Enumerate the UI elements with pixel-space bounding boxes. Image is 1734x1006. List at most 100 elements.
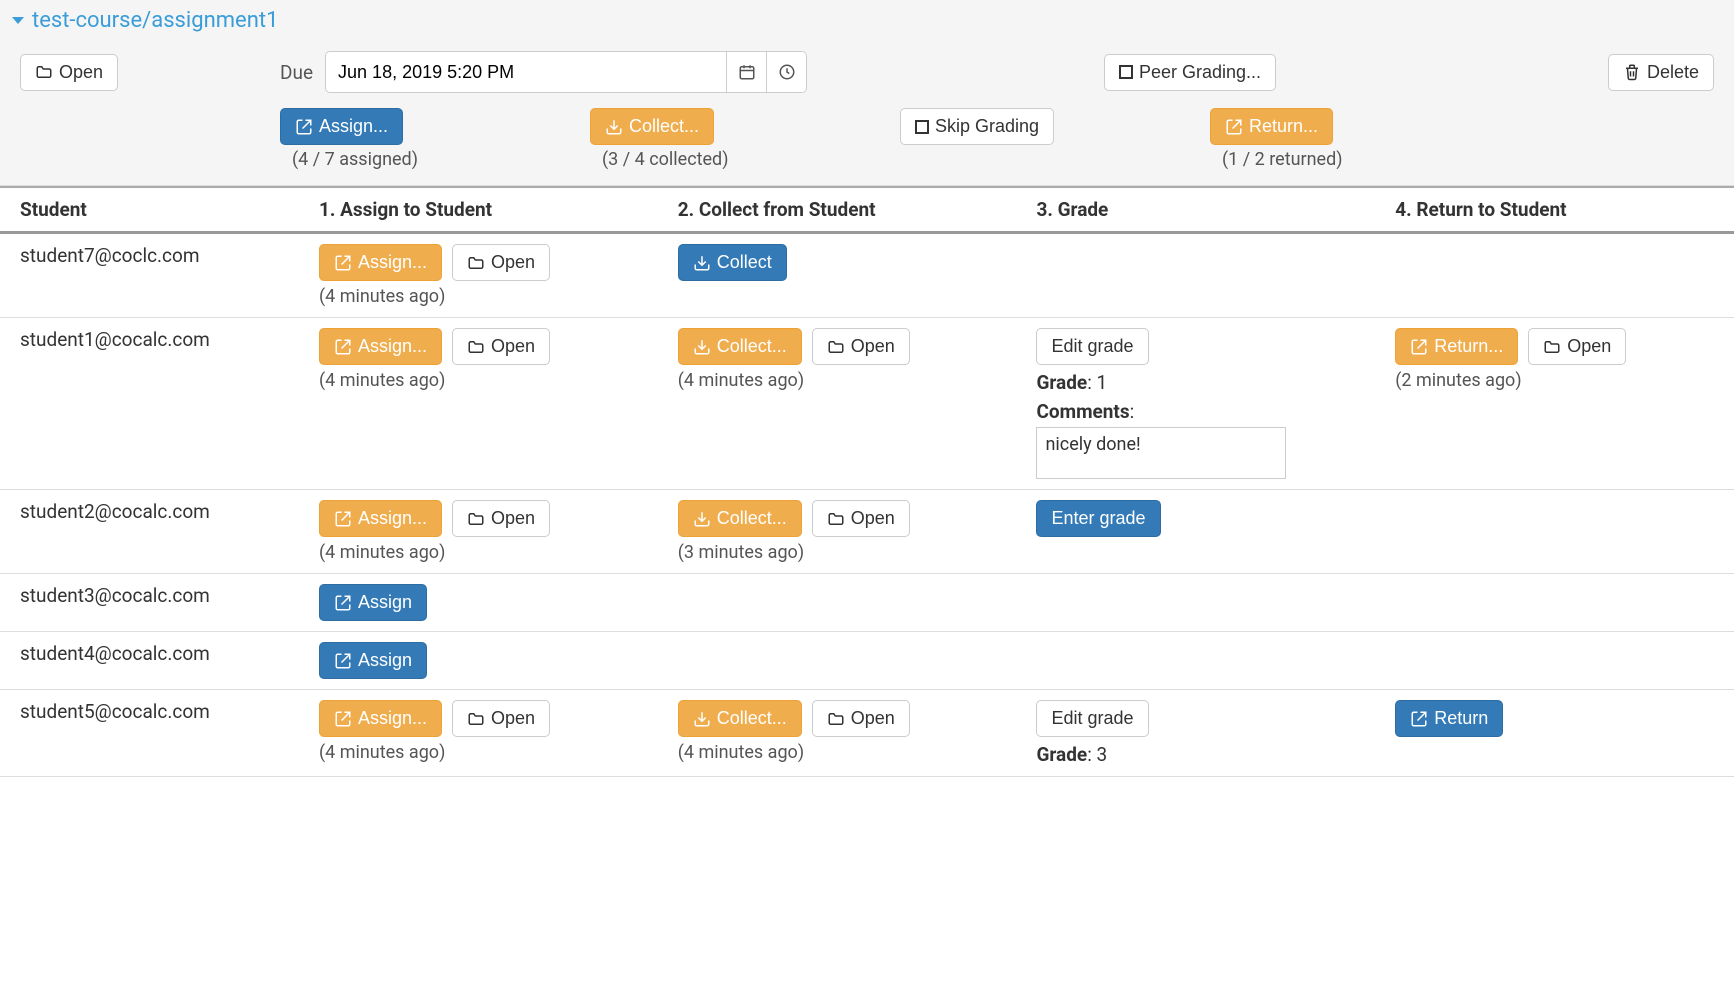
return-summary: (1 / 2 returned)	[1210, 149, 1343, 170]
collect-button[interactable]: Collect...	[678, 500, 802, 537]
breadcrumb[interactable]: test-course/assignment1	[32, 8, 278, 33]
student-email: student2@cocalc.com	[0, 490, 299, 574]
open-button[interactable]: Open	[452, 500, 550, 537]
time-picker-button[interactable]	[766, 52, 806, 92]
bulk-collect-button[interactable]: Collect...	[590, 108, 714, 145]
enter-grade-button[interactable]: Enter grade	[1036, 500, 1160, 537]
folder-open-icon	[827, 710, 845, 728]
due-date-input-group	[325, 51, 807, 93]
share-in-icon	[693, 710, 711, 728]
share-out-icon	[334, 652, 352, 670]
col-collect: 2. Collect from Student	[658, 187, 1017, 233]
students-table: Student 1. Assign to Student 2. Collect …	[0, 186, 1734, 777]
open-button[interactable]: Open	[452, 244, 550, 281]
caret-down-icon	[12, 17, 24, 24]
bulk-collect-label: Collect...	[629, 116, 699, 137]
col-grade: 3. Grade	[1016, 187, 1375, 233]
assign-time-ago: (4 minutes ago)	[319, 370, 638, 391]
peer-grading-label: Peer Grading...	[1139, 62, 1261, 83]
table-row: student3@cocalc.com Assign	[0, 574, 1734, 632]
comments-label-line: Comments:	[1036, 400, 1355, 423]
table-row: student2@cocalc.com Assign... Open (4 mi…	[0, 490, 1734, 574]
return-time-ago: (2 minutes ago)	[1395, 370, 1714, 391]
assign-button[interactable]: Assign	[319, 584, 427, 621]
share-out-icon	[1410, 710, 1428, 728]
collect-button[interactable]: Collect...	[678, 700, 802, 737]
share-in-icon	[605, 118, 623, 136]
bulk-return-label: Return...	[1249, 116, 1318, 137]
bulk-assign-button[interactable]: Assign...	[280, 108, 403, 145]
bulk-assign-label: Assign...	[319, 116, 388, 137]
calendar-icon	[738, 63, 756, 81]
skip-grading-button[interactable]: Skip Grading	[900, 108, 1054, 145]
share-out-icon	[1410, 338, 1428, 356]
assign-button[interactable]: Assign...	[319, 244, 442, 281]
collect-button[interactable]: Collect...	[678, 328, 802, 365]
share-out-icon	[295, 118, 313, 136]
calendar-picker-button[interactable]	[726, 52, 766, 92]
student-email: student3@cocalc.com	[0, 574, 299, 632]
share-out-icon	[334, 338, 352, 356]
collect-summary: (3 / 4 collected)	[590, 149, 728, 170]
folder-open-icon	[467, 254, 485, 272]
share-out-icon	[334, 594, 352, 612]
student-email: student5@cocalc.com	[0, 690, 299, 777]
open-button[interactable]: Open	[452, 700, 550, 737]
open-button[interactable]: Open	[812, 500, 910, 537]
assign-button[interactable]: Assign...	[319, 700, 442, 737]
share-in-icon	[693, 338, 711, 356]
toolbar-row: Open Due Peer Grading...	[0, 41, 1734, 108]
folder-open-icon	[1543, 338, 1561, 356]
delete-button[interactable]: Delete	[1608, 54, 1714, 91]
folder-open-icon	[467, 510, 485, 528]
assign-time-ago: (4 minutes ago)	[319, 742, 638, 763]
share-out-icon	[1225, 118, 1243, 136]
peer-grading-button[interactable]: Peer Grading...	[1104, 54, 1276, 91]
share-out-icon	[334, 254, 352, 272]
comments-box[interactable]: nicely done!	[1036, 427, 1286, 479]
student-email: student7@coclc.com	[0, 233, 299, 318]
grade-value-line: Grade: 3	[1036, 743, 1355, 766]
bulk-action-row: Assign... (4 / 7 assigned) Collect... (3…	[0, 108, 1734, 185]
col-assign: 1. Assign to Student	[299, 187, 658, 233]
student-email: student1@cocalc.com	[0, 318, 299, 490]
assign-time-ago: (4 minutes ago)	[319, 286, 638, 307]
edit-grade-button[interactable]: Edit grade	[1036, 700, 1148, 737]
trash-icon	[1623, 63, 1641, 81]
table-row: student4@cocalc.com Assign	[0, 632, 1734, 690]
panel-header[interactable]: test-course/assignment1	[0, 0, 1734, 41]
return-button[interactable]: Return...	[1395, 328, 1518, 365]
return-button[interactable]: Return	[1395, 700, 1503, 737]
open-assignment-button[interactable]: Open	[20, 54, 118, 91]
due-date-input[interactable]	[326, 52, 726, 92]
assign-button[interactable]: Assign	[319, 642, 427, 679]
skip-grading-label: Skip Grading	[935, 116, 1039, 137]
open-button[interactable]: Open	[812, 328, 910, 365]
assign-button[interactable]: Assign...	[319, 500, 442, 537]
open-button[interactable]: Open	[812, 700, 910, 737]
collect-button[interactable]: Collect	[678, 244, 787, 281]
col-return: 4. Return to Student	[1375, 187, 1734, 233]
assign-button[interactable]: Assign...	[319, 328, 442, 365]
collect-time-ago: (3 minutes ago)	[678, 542, 997, 563]
edit-grade-button[interactable]: Edit grade	[1036, 328, 1148, 365]
assignment-panel: test-course/assignment1 Open Due	[0, 0, 1734, 186]
assign-time-ago: (4 minutes ago)	[319, 542, 638, 563]
table-row: student5@cocalc.com Assign... Open (4 mi…	[0, 690, 1734, 777]
share-out-icon	[334, 710, 352, 728]
collect-time-ago: (4 minutes ago)	[678, 742, 997, 763]
student-email: student4@cocalc.com	[0, 632, 299, 690]
open-button[interactable]: Open	[452, 328, 550, 365]
table-row: student7@coclc.com Assign... Open (4 min…	[0, 233, 1734, 318]
grade-value-line: Grade: 1	[1036, 371, 1355, 394]
share-in-icon	[693, 510, 711, 528]
bulk-return-button[interactable]: Return...	[1210, 108, 1333, 145]
open-label: Open	[59, 62, 103, 83]
delete-label: Delete	[1647, 62, 1699, 83]
folder-open-icon	[35, 63, 53, 81]
square-icon	[1119, 65, 1133, 79]
collect-time-ago: (4 minutes ago)	[678, 370, 997, 391]
col-student: Student	[0, 187, 299, 233]
open-button[interactable]: Open	[1528, 328, 1626, 365]
folder-open-icon	[467, 338, 485, 356]
